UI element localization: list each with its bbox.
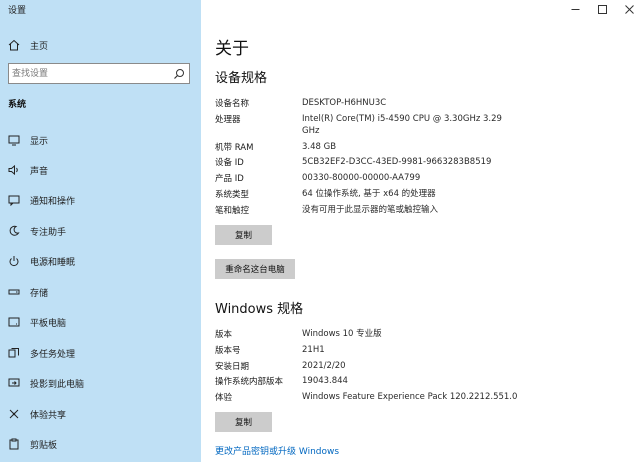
spec-value: Windows 10 专业版	[302, 329, 382, 339]
spec-key: 操作系统内部版本	[215, 377, 284, 387]
clipboard-icon	[8, 438, 20, 450]
spec-key: 笔和触控	[215, 206, 250, 216]
copy-windows-specs-button[interactable]: 复制	[215, 412, 272, 432]
device-specs-heading: 设备规格	[215, 71, 268, 86]
sidebar-item-shared-experiences[interactable]: 体验共享	[0, 403, 201, 425]
spec-value: 64 位操作系统, 基于 x64 的处理器	[302, 189, 436, 199]
spec-key: 产品 ID	[215, 174, 244, 184]
sidebar-item-label: 多任务处理	[30, 349, 76, 360]
spec-value: 19043.844	[302, 376, 348, 386]
sidebar-item-label: 投影到此电脑	[30, 379, 85, 390]
spec-value: 没有可用于此显示器的笔或触控输入	[302, 205, 439, 215]
sidebar-item-sound[interactable]: 声音	[0, 159, 201, 181]
spec-key: 系统类型	[215, 190, 250, 200]
storage-icon	[8, 286, 20, 298]
tablet-icon	[8, 316, 20, 328]
sidebar-item-label: 剪贴板	[30, 440, 58, 451]
rename-pc-button[interactable]: 重命名这台电脑	[215, 259, 295, 279]
power-icon	[8, 255, 20, 267]
spec-key: 设备 ID	[215, 158, 244, 168]
spec-value: 5CB32EF2-D3CC-43ED-9981-9663283B8519	[302, 157, 492, 167]
search-input[interactable]	[12, 66, 162, 81]
spec-value: Windows Feature Experience Pack 120.2212…	[302, 392, 518, 402]
windows-specs-heading: Windows 规格	[215, 302, 304, 317]
spec-value: DESKTOP-H6HNU3C	[302, 98, 387, 108]
spec-key: 体验	[215, 393, 233, 403]
search-icon[interactable]	[173, 68, 185, 80]
spec-value: 21H1	[302, 345, 325, 355]
sidebar-item-multitasking[interactable]: 多任务处理	[0, 342, 201, 364]
project-icon	[8, 377, 20, 389]
sidebar-item-focus-assist[interactable]: 专注助手	[0, 220, 201, 242]
window-title: 设置	[8, 6, 27, 16]
home-label: 主页	[30, 41, 49, 52]
spec-value: 00330-80000-00000-AA799	[302, 173, 421, 183]
home-icon	[8, 39, 20, 51]
sidebar-item-power[interactable]: 电源和睡眠	[0, 250, 201, 272]
spec-value: 3.48 GB	[302, 142, 337, 152]
display-icon	[8, 134, 20, 146]
spec-key: 机带 RAM	[215, 143, 254, 153]
sidebar-item-label: 电源和睡眠	[30, 257, 76, 268]
sidebar-item-tablet[interactable]: 平板电脑	[0, 311, 201, 333]
sidebar-home[interactable]: 主页	[8, 38, 48, 52]
sidebar-item-storage[interactable]: 存储	[0, 281, 201, 303]
sidebar-item-project[interactable]: 投影到此电脑	[0, 372, 201, 394]
spec-value: 2021/2/20	[302, 361, 346, 371]
sidebar-item-label: 体验共享	[30, 410, 67, 421]
search-box[interactable]	[8, 63, 190, 84]
spec-value: Intel(R) Core(TM) i5-4590 CPU @ 3.30GHz …	[302, 114, 502, 136]
copy-device-specs-button[interactable]: 复制	[215, 225, 272, 245]
sidebar-item-notifications[interactable]: 通知和操作	[0, 189, 201, 211]
spec-key: 处理器	[215, 115, 241, 125]
spec-key: 版本号	[215, 346, 241, 356]
sidebar-item-label: 存储	[30, 288, 49, 299]
sidebar-item-label: 专注助手	[30, 227, 67, 238]
sidebar-item-label: 声音	[30, 166, 49, 177]
speaker-icon	[8, 164, 20, 176]
sidebar-item-display[interactable]: 显示	[0, 129, 201, 151]
multitask-icon	[8, 347, 20, 359]
change-product-key-link[interactable]: 更改产品密钥或升级 Windows	[215, 444, 339, 457]
main-content: 关于 设备规格 设备名称 DESKTOP-H6HNU3C 处理器 Intel(R…	[201, 0, 640, 462]
sidebar-item-label: 通知和操作	[30, 196, 76, 207]
moon-icon	[8, 225, 20, 237]
spec-key: 设备名称	[215, 99, 250, 109]
spec-key: 安装日期	[215, 362, 250, 372]
page-title: 关于	[215, 39, 249, 59]
sidebar-item-clipboard[interactable]: 剪贴板	[0, 433, 201, 455]
sidebar-section-title: 系统	[8, 100, 27, 110]
sidebar: 设置 主页 系统 显示 声音 通知和操作 专注助手 电源和睡眠 存储 平板电脑 …	[0, 0, 201, 462]
share-icon	[8, 408, 20, 420]
spec-key: 版本	[215, 330, 233, 340]
sidebar-item-label: 平板电脑	[30, 318, 67, 329]
sidebar-item-label: 显示	[30, 136, 49, 147]
notification-icon	[8, 194, 20, 206]
